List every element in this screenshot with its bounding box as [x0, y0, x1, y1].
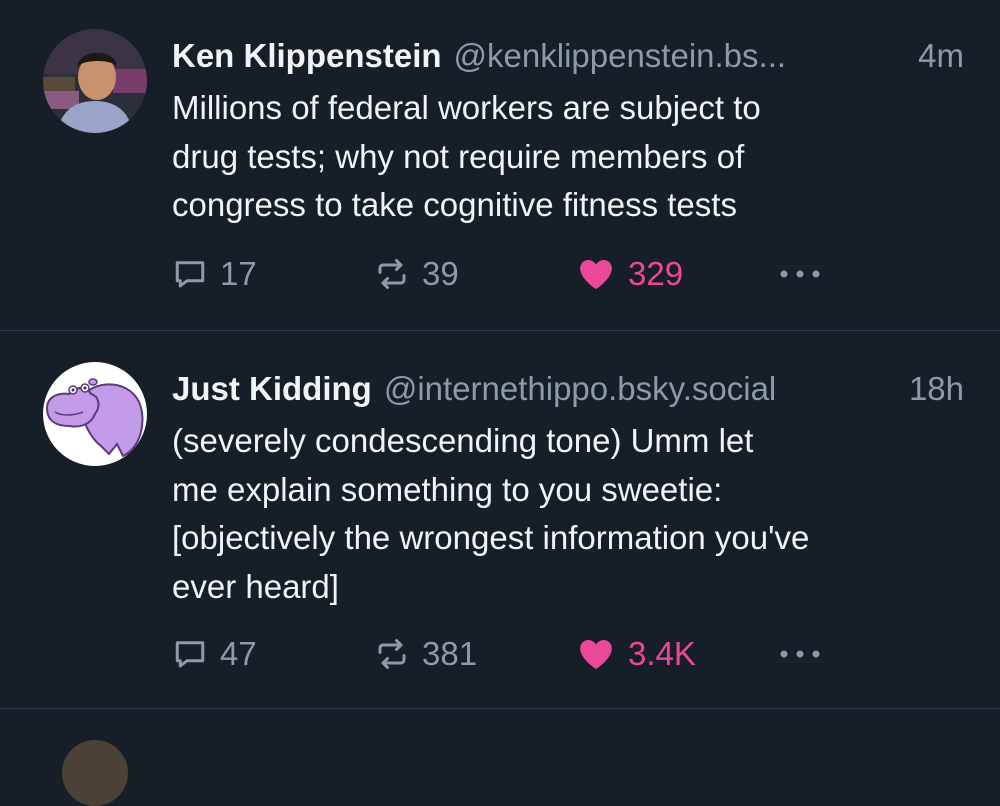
next-post-avatar[interactable] — [62, 740, 128, 806]
like-button[interactable]: 3.4K — [576, 632, 696, 676]
repost-count: 39 — [422, 255, 459, 292]
like-count: 329 — [628, 255, 684, 292]
reply-count: 47 — [220, 635, 257, 672]
feed-post[interactable]: Just Kidding @internethippo.bsky.social … — [0, 331, 1000, 709]
post-timestamp[interactable]: 4m — [918, 31, 964, 81]
post-actions: 17 39 329 — [172, 252, 832, 296]
speech-bubble-icon — [175, 261, 205, 288]
post-text-line: me explain something to you sweetie: — [172, 470, 723, 508]
post-header: Ken Klippenstein @kenklippenstein.bs... … — [172, 31, 964, 81]
post-header: Just Kidding @internethippo.bsky.social … — [172, 364, 964, 414]
avatar[interactable] — [43, 29, 147, 133]
repost-arrows-icon — [378, 259, 406, 289]
avatar[interactable] — [43, 362, 147, 466]
more-dots-icon — [780, 270, 820, 278]
reply-button[interactable]: 47 — [172, 632, 257, 676]
post-text-line: Millions of federal workers are subject … — [172, 89, 761, 126]
more-options-button[interactable] — [778, 252, 822, 296]
person-photo-avatar-icon — [43, 29, 147, 133]
post-text-line: [objectively the wrongest information yo… — [172, 519, 810, 556]
author-handle[interactable]: @internethippo.bsky.social — [384, 364, 897, 414]
repost-button[interactable]: 39 — [374, 252, 459, 296]
heart-icon — [580, 640, 612, 669]
repost-arrows-icon — [378, 639, 406, 669]
more-dots-icon — [780, 650, 820, 658]
post-text-line: (severely condescending tone) Umm let — [172, 422, 754, 459]
post-timestamp[interactable]: 18h — [909, 364, 964, 414]
reply-count: 17 — [220, 255, 257, 292]
more-options-button[interactable] — [778, 632, 822, 676]
post-actions: 47 381 3.4K — [172, 632, 832, 676]
repost-button[interactable]: 381 — [374, 632, 477, 676]
post-text-line: congress to take cognitive fitness tests — [172, 186, 737, 223]
author-display-name[interactable]: Just Kidding — [172, 364, 372, 414]
post-text: Millions of federal workers are subject … — [172, 84, 972, 230]
author-handle[interactable]: @kenklippenstein.bs... — [454, 31, 907, 81]
feed-post[interactable]: Ken Klippenstein @kenklippenstein.bs... … — [0, 0, 1000, 331]
heart-icon — [580, 260, 612, 289]
reply-button[interactable]: 17 — [172, 252, 257, 296]
like-count: 3.4K — [628, 635, 696, 672]
like-button[interactable]: 329 — [576, 252, 683, 296]
hippo-avatar-icon — [43, 362, 147, 466]
author-display-name[interactable]: Ken Klippenstein — [172, 31, 442, 81]
speech-bubble-icon — [175, 641, 205, 668]
post-text-line: ever heard] — [172, 567, 339, 605]
post-text-line: drug tests; why not require members of — [172, 137, 745, 175]
post-text: (severely condescending tone) Umm let me… — [172, 417, 972, 611]
repost-count: 381 — [422, 635, 478, 672]
